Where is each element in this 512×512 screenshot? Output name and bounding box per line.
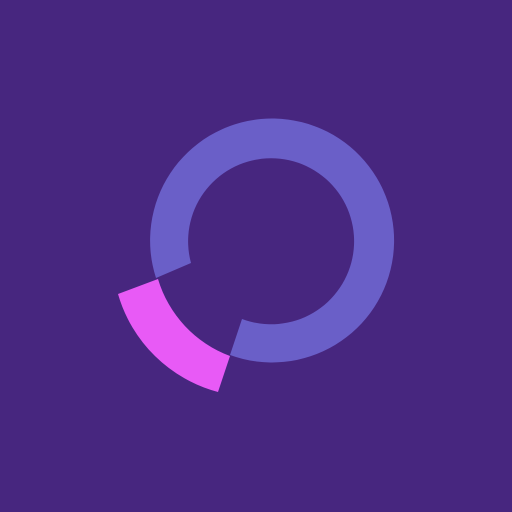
background-fill bbox=[0, 0, 512, 512]
app-icon-background bbox=[0, 0, 512, 512]
logo-mark-icon bbox=[0, 0, 512, 512]
